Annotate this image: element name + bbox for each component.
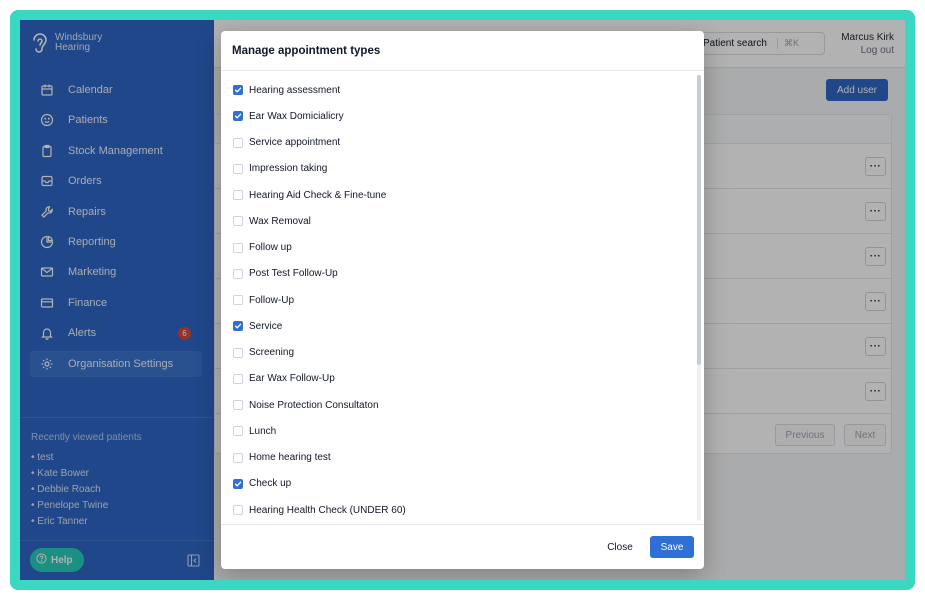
appointment-type-option[interactable]: Screening	[233, 345, 294, 361]
appointment-type-option[interactable]: Service	[233, 318, 282, 334]
close-button[interactable]: Close	[600, 536, 640, 558]
scrollbar-thumb[interactable]	[697, 75, 701, 365]
checkbox-unchecked[interactable]	[233, 216, 243, 227]
appointment-type-option[interactable]: Follow up	[233, 240, 292, 256]
manage-appointment-types-dialog: Manage appointment types Hearing assessm…	[221, 31, 704, 569]
appointment-type-option[interactable]: Follow-Up	[233, 292, 294, 308]
appointment-type-label: Noise Protection Consultaton	[249, 399, 379, 411]
checkbox-unchecked[interactable]	[233, 163, 243, 174]
appointment-type-option[interactable]: Check up	[233, 476, 291, 492]
appointment-type-option[interactable]: Impression taking	[233, 161, 327, 177]
checkbox-checked[interactable]	[233, 85, 243, 95]
appointment-type-label: Lunch	[249, 425, 277, 437]
checkbox-unchecked[interactable]	[233, 268, 243, 279]
save-button[interactable]: Save	[650, 536, 694, 558]
appointment-type-option[interactable]: Hearing Health Check (UNDER 60)	[233, 502, 406, 518]
appointment-type-label: Hearing assessment	[249, 84, 341, 96]
dialog-title: Manage appointment types	[232, 45, 381, 57]
checkbox-checked[interactable]	[233, 478, 243, 489]
checkmark-icon	[234, 481, 242, 487]
appointment-type-option[interactable]: Home hearing test	[233, 450, 331, 466]
checkbox-unchecked[interactable]	[233, 190, 243, 200]
appointment-type-option[interactable]: Lunch	[233, 423, 276, 439]
checkbox-unchecked[interactable]	[233, 242, 243, 253]
appointment-type-option[interactable]: Ear Wax Domicialicry	[233, 108, 344, 124]
checkbox-unchecked[interactable]	[233, 373, 243, 384]
appointment-type-option[interactable]: Wax Removal	[233, 213, 311, 229]
checkbox-unchecked[interactable]	[233, 400, 243, 410]
checkbox-unchecked[interactable]	[233, 347, 243, 358]
scrollbar[interactable]	[697, 75, 701, 521]
checkbox-unchecked[interactable]	[233, 137, 243, 148]
appointment-type-label: Post Test Follow-Up	[249, 268, 338, 280]
checkmark-icon	[234, 113, 242, 119]
appointment-type-label: Check up	[249, 478, 292, 490]
checkbox-unchecked[interactable]	[233, 505, 243, 515]
appointment-type-option[interactable]: Service appointment	[233, 135, 340, 151]
appointment-type-list: Hearing assessment Ear Wax Domicialicry Se…	[221, 71, 704, 524]
appointment-type-option[interactable]: Hearing Aid Check & Fine-tune	[233, 187, 386, 203]
appointment-type-option[interactable]: Noise Protection Consultaton	[233, 397, 379, 413]
appointment-type-label: Impression taking	[249, 163, 328, 175]
checkmark-icon	[234, 87, 242, 93]
checkbox-unchecked[interactable]	[233, 295, 243, 305]
appointment-type-label: Ear Wax Follow-Up	[249, 373, 335, 385]
appointment-type-option[interactable]: Post Test Follow-Up	[233, 266, 338, 282]
appointment-type-label: Service appointment	[249, 137, 341, 148]
appointment-type-label: Screening	[249, 347, 295, 358]
appointment-type-label: Hearing Aid Check & Fine-tune	[249, 189, 387, 201]
checkbox-unchecked[interactable]	[233, 452, 243, 463]
appointment-type-label: Service	[249, 320, 283, 332]
dialog-divider	[221, 524, 704, 525]
checkbox-unchecked[interactable]	[233, 426, 243, 437]
checkbox-checked[interactable]	[233, 111, 243, 122]
appointment-type-label: Hearing Health Check (UNDER 60)	[249, 504, 406, 516]
checkbox-checked[interactable]	[233, 321, 243, 332]
appointment-type-label: Home hearing test	[249, 452, 331, 463]
appointment-type-option[interactable]: Hearing assessment	[233, 82, 340, 98]
appointment-type-option[interactable]: Ear Wax Follow-Up	[233, 371, 335, 387]
checkmark-icon	[234, 323, 242, 329]
appointment-type-label: Ear Wax Domicialicry	[249, 110, 344, 122]
appointment-type-label: Follow-Up	[249, 294, 295, 306]
appointment-type-label: Wax Removal	[249, 215, 311, 227]
appointment-type-label: Follow up	[249, 242, 292, 253]
app-window: Windsbury Hearing Calendar Patients Stoc…	[20, 20, 905, 580]
